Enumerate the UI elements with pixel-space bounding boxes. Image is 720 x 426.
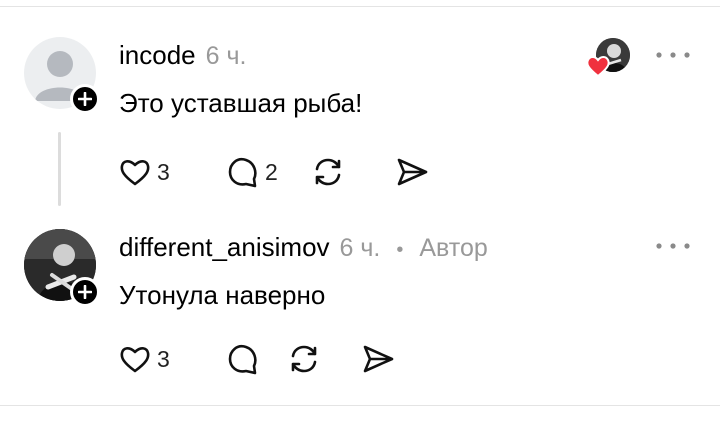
heart-filled-icon (586, 56, 610, 77)
like-button[interactable]: 3 (119, 157, 195, 187)
like-button[interactable]: 3 (119, 344, 195, 374)
author-badge: Автор (419, 234, 488, 262)
username[interactable]: different_anisimov (119, 232, 330, 263)
reply-button[interactable]: 2 (227, 156, 323, 188)
speech-bubble-icon (228, 158, 257, 188)
heart-outline-icon (120, 160, 150, 186)
share-button[interactable] (361, 344, 395, 374)
plus-icon (78, 92, 92, 106)
plus-icon (78, 285, 92, 299)
thread-line (58, 132, 61, 206)
more-dots-icon[interactable] (653, 50, 693, 60)
comment-1: incode 6 ч. Это уставшая рыба! 3 2 (0, 0, 720, 206)
username[interactable]: incode (119, 40, 196, 71)
repost-button[interactable] (311, 156, 345, 188)
bottom-divider (0, 405, 720, 406)
heart-outline-icon (120, 347, 150, 373)
comment-header: incode 6 ч. (119, 40, 246, 71)
comment-text: Это уставшая рыба! (119, 88, 363, 118)
comment-actions: 3 2 (119, 156, 429, 188)
reply-count: 2 (265, 158, 278, 185)
timestamp: 6 ч. (205, 42, 247, 70)
like-count: 3 (157, 345, 170, 372)
more-dots-icon[interactable] (653, 241, 693, 251)
follow-button[interactable] (70, 277, 100, 307)
comment-2: different_anisimov 6 ч. • Автор Утонула … (0, 205, 720, 405)
speech-bubble-icon (228, 345, 257, 375)
share-button[interactable] (395, 157, 429, 187)
send-icon (363, 345, 394, 373)
timestamp: 6 ч. (339, 234, 381, 262)
comment-text: Утонула наверно (119, 280, 326, 310)
comment-header: different_anisimov 6 ч. • Автор (119, 232, 488, 263)
like-count: 3 (157, 158, 170, 185)
follow-button[interactable] (70, 84, 100, 114)
repost-arrows-icon (315, 158, 341, 186)
send-icon (397, 158, 428, 186)
comment-actions: 3 (119, 343, 395, 375)
repost-button[interactable] (287, 343, 321, 375)
separator-dot: • (396, 239, 404, 261)
repost-arrows-icon (291, 345, 317, 373)
